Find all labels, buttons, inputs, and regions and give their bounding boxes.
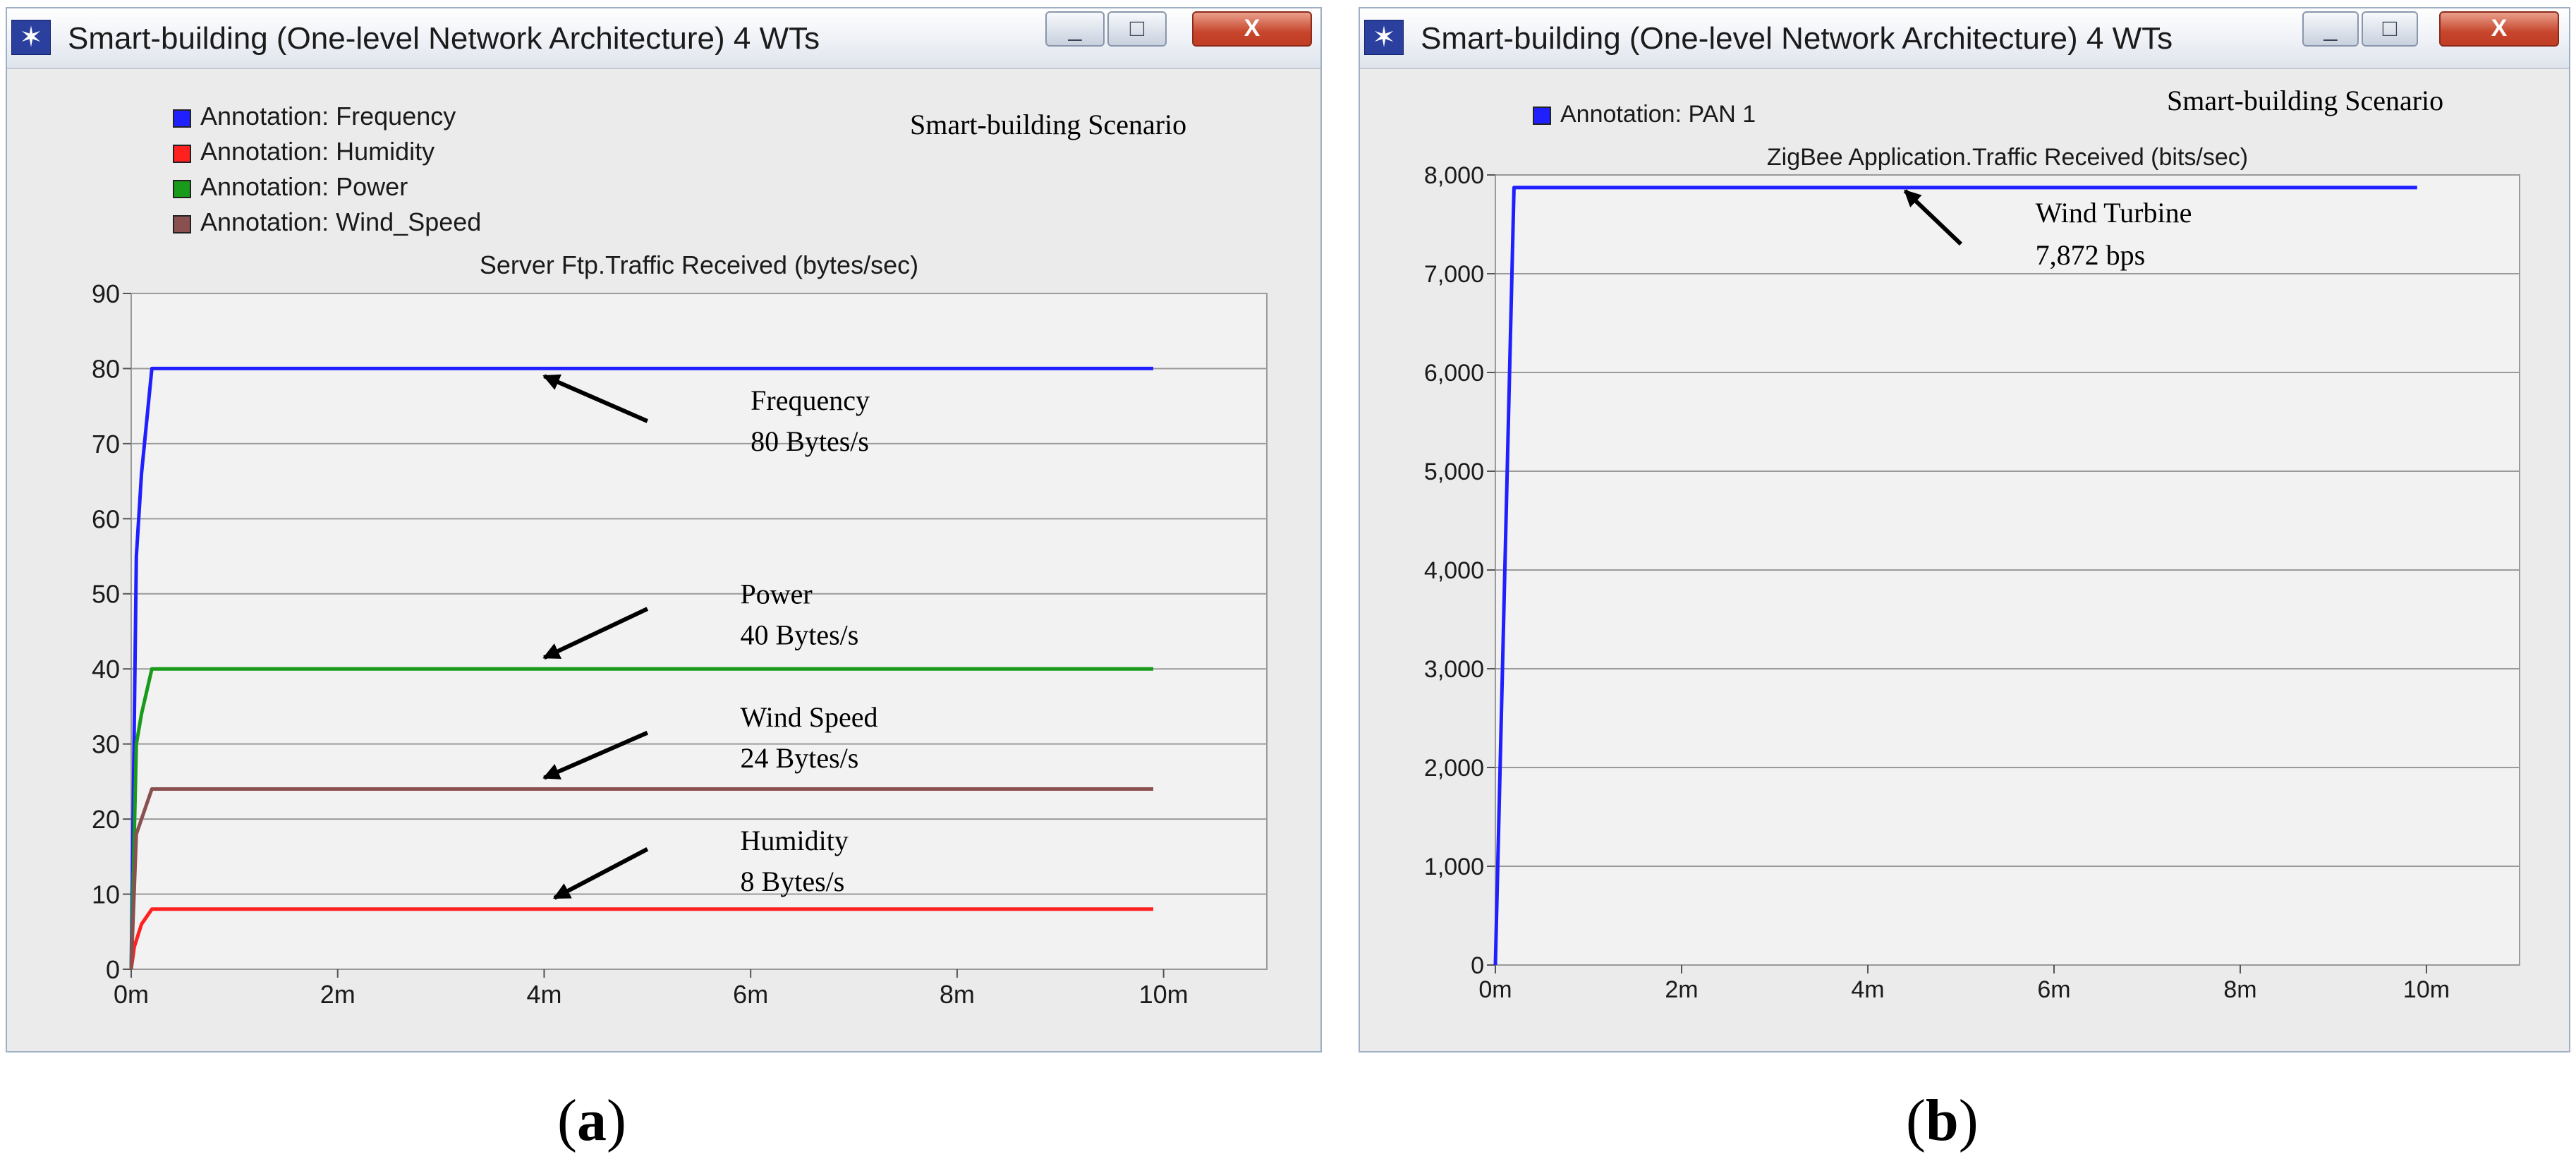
x-tick-label: 0m [114,980,149,1009]
annotation-text: Humidity [741,825,849,856]
legend-label: Annotation: Wind_Speed [200,207,481,236]
annotation-text: Power [741,578,813,610]
y-tick-label: 40 [92,655,120,684]
y-tick-label: 90 [92,279,120,308]
y-tick-label: 50 [92,580,120,609]
annotation-text: Wind Turbine [2036,197,2192,229]
y-tick-label: 0 [1471,952,1484,979]
x-tick-label: 0m [1478,976,1512,1003]
panel-label-close: ) [606,1088,626,1153]
x-tick-label: 10m [1139,980,1189,1009]
y-tick-label: 7,000 [1424,261,1484,288]
y-tick-label: 60 [92,504,120,533]
x-tick-label: 6m [2037,976,2070,1003]
y-tick-label: 1,000 [1424,854,1484,880]
panel-label-b: (b) [1906,1086,1979,1155]
x-tick-label: 2m [320,980,356,1009]
panel-label-a: (a) [557,1086,626,1155]
y-tick-label: 4,000 [1424,557,1484,584]
y-tick-label: 10 [92,880,120,909]
chart-title: ZigBee Application.Traffic Received (bit… [1767,144,2248,171]
legend-label: Annotation: PAN 1 [1560,101,1756,128]
window-a: ✶ Smart-building (One-level Network Arch… [6,7,1322,1052]
y-tick-label: 8,000 [1424,162,1484,189]
x-tick-label: 8m [2223,976,2256,1003]
legend-swatch [173,180,191,198]
panel-label-open: ( [557,1088,577,1153]
chart-a: 01020304050607080900m 2m 4m 6m 8m 10mServer F… [92,102,1268,1009]
annotation-text: Wind Speed [741,701,878,733]
legend-label: Annotation: Frequency [200,102,456,131]
y-tick-label: 3,000 [1424,656,1484,683]
chart-title: Server Ftp.Traffic Received (bytes/sec) [480,250,918,279]
annotation-text: 7,872 bps [2036,239,2146,271]
panel-label-close: ) [1958,1088,1979,1153]
y-tick-label: 30 [92,730,120,759]
plot-area [130,293,1268,970]
x-tick-label: 4m [526,980,561,1009]
annotation-text: 24 Bytes/s [741,742,859,774]
x-tick-label: 2m [1665,976,1698,1003]
legend-swatch [173,145,191,163]
annotation-text: 8 Bytes/s [741,866,845,897]
legend-swatch [1533,107,1551,125]
chart-b: 0 1,000 2,000 3,000 4,000 5,000 6,000 7,000 8,00… [1424,85,2520,1003]
scenario-label: Smart-building Scenario [910,109,1186,140]
panel-label-letter: a [576,1088,607,1153]
y-tick-label: 80 [92,354,120,383]
legend-swatch [173,109,191,128]
y-tick-label: 20 [92,805,120,834]
x-tick-label: 4m [1851,976,1884,1003]
window-b: ✶ Smart-building (One-level Network Arch… [1359,7,2570,1052]
y-tick-label: 2,000 [1424,755,1484,782]
x-tick-label: 10m [2403,976,2450,1003]
legend-label: Annotation: Humidity [200,137,435,166]
x-tick-label: 6m [733,980,768,1009]
y-tick-label: 6,000 [1424,360,1484,387]
scenario-label: Smart-building Scenario [2167,85,2443,116]
panel-label-letter: b [1925,1088,1959,1153]
x-tick-label: 8m [940,980,975,1009]
annotation-text: 80 Bytes/s [751,425,869,457]
y-tick-label: 70 [92,430,120,459]
y-tick-label: 5,000 [1424,459,1484,485]
annotation-text: 40 Bytes/s [741,619,859,651]
panel-label-open: ( [1906,1088,1926,1153]
annotation-text: Frequency [751,384,870,416]
legend-swatch [173,215,191,233]
legend-label: Annotation: Power [200,172,408,201]
